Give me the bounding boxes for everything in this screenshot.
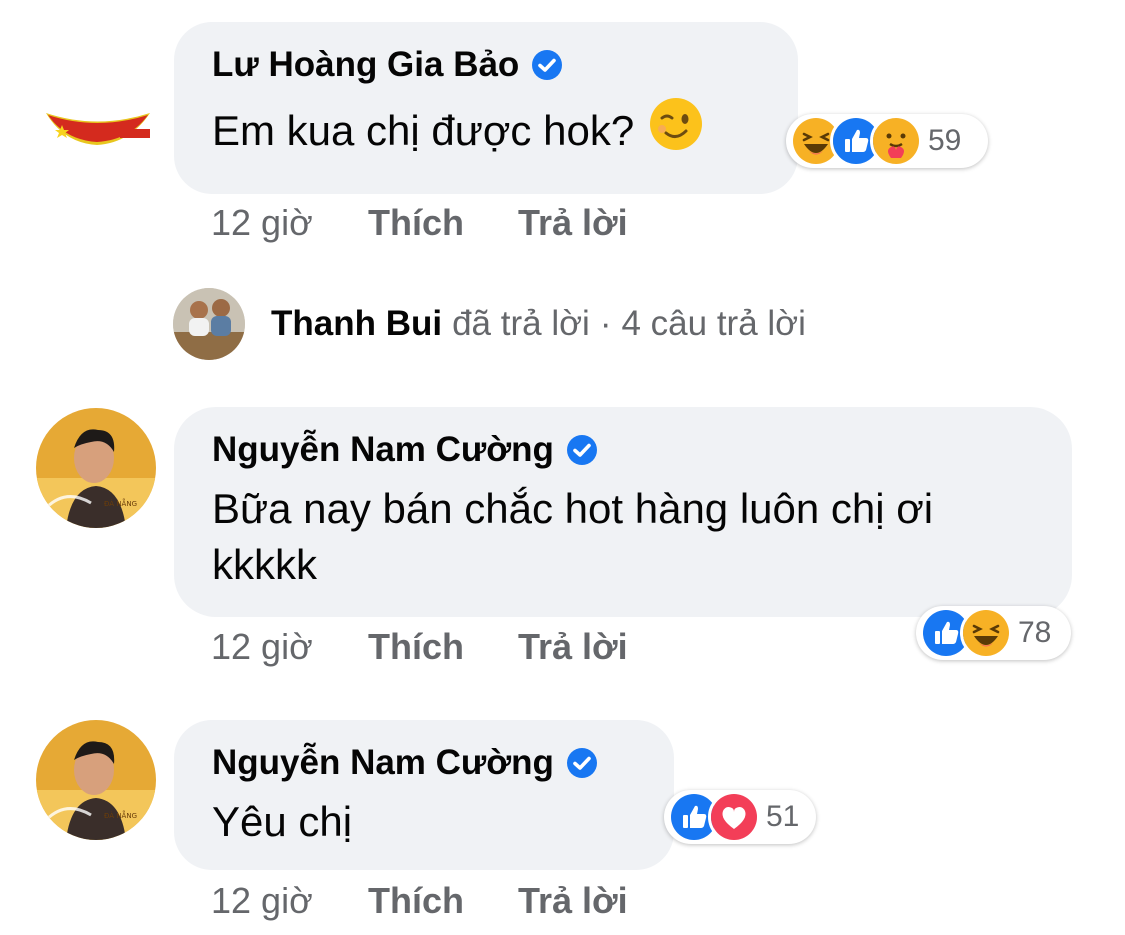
avatar[interactable]: ĐÀ NẴNG xyxy=(36,408,156,528)
reply-avatar[interactable] xyxy=(173,288,245,360)
comment-text: Em kua chị được hok? xyxy=(212,96,758,166)
verified-badge-icon xyxy=(566,434,598,466)
comment-body-line: Bữa nay bán chắc hot hàng luôn chị ơi xyxy=(212,485,934,532)
comment-body: Yêu chị xyxy=(212,798,353,845)
comment-author-row: Nguyễn Nam Cường xyxy=(212,429,1032,471)
like-button[interactable]: Thích xyxy=(368,626,464,668)
comment-author-row: Lư Hoàng Gia Bảo xyxy=(212,44,758,86)
comment-body: Em kua chị được hok? xyxy=(212,107,635,154)
comment-actions: 12 giờ Thích Trả lời xyxy=(211,202,682,244)
comment-text: Yêu chị xyxy=(212,794,634,850)
wink-emoji-icon xyxy=(648,96,704,166)
comment-actions: 12 giờ Thích Trả lời xyxy=(211,880,682,922)
author-name[interactable]: Nguyễn Nam Cường xyxy=(212,742,554,784)
reply-author-name: Thanh Bui xyxy=(271,304,443,343)
svg-text:ĐÀ NẴNG: ĐÀ NẴNG xyxy=(104,810,137,820)
reply-count-text: 4 câu trả lời xyxy=(621,304,806,343)
love-reaction-icon xyxy=(708,791,760,843)
comment-text: Bữa nay bán chắc hot hàng luôn chị ơi kk… xyxy=(212,481,1032,593)
author-name[interactable]: Nguyễn Nam Cường xyxy=(212,429,554,471)
reaction-count: 78 xyxy=(1018,616,1052,649)
reply-button[interactable]: Trả lời xyxy=(518,880,628,922)
comment-timestamp[interactable]: 12 giờ xyxy=(211,202,368,244)
comment-bubble: Lư Hoàng Gia Bảo Em kua chị được hok? xyxy=(174,22,798,194)
reactions-summary[interactable]: 59 xyxy=(786,114,988,168)
reply-button[interactable]: Trả lời xyxy=(518,202,628,244)
view-replies-link[interactable]: Thanh Bui đã trả lời · 4 câu trả lời xyxy=(271,304,806,344)
comments-panel: Lư Hoàng Gia Bảo Em kua chị được hok? 59… xyxy=(0,0,1125,935)
kids-photo-avatar-image xyxy=(173,288,245,360)
reply-action-text: đã trả lời xyxy=(452,304,590,343)
reactions-summary[interactable]: 78 xyxy=(916,606,1071,660)
profile-photo-avatar-image: ĐÀ NẴNG xyxy=(36,408,156,528)
reply-button[interactable]: Trả lời xyxy=(518,626,628,668)
profile-photo-avatar-image: ĐÀ NẴNG xyxy=(36,720,156,840)
svg-text:ĐÀ NẴNG: ĐÀ NẴNG xyxy=(104,498,137,508)
verified-badge-icon xyxy=(531,49,563,81)
covid-banner-avatar-image xyxy=(46,113,150,145)
comment-timestamp[interactable]: 12 giờ xyxy=(211,880,368,922)
haha-reaction-icon xyxy=(960,607,1012,659)
comment-author-row: Nguyễn Nam Cường xyxy=(212,742,634,784)
reaction-count: 51 xyxy=(766,800,800,833)
comment-bubble: Nguyễn Nam Cường Yêu chị xyxy=(174,720,674,870)
like-button[interactable]: Thích xyxy=(368,880,464,922)
avatar[interactable] xyxy=(40,85,155,160)
author-name[interactable]: Lư Hoàng Gia Bảo xyxy=(212,44,519,86)
reaction-count: 59 xyxy=(928,124,962,157)
comment-body-line: kkkkk xyxy=(212,541,317,588)
comment-actions: 12 giờ Thích Trả lời xyxy=(211,626,682,668)
avatar[interactable]: ĐÀ NẴNG xyxy=(36,720,156,840)
like-button[interactable]: Thích xyxy=(368,202,464,244)
comment-timestamp[interactable]: 12 giờ xyxy=(211,626,368,668)
verified-badge-icon xyxy=(566,747,598,779)
comment-bubble: Nguyễn Nam Cường Bữa nay bán chắc hot hà… xyxy=(174,407,1072,617)
reactions-summary[interactable]: 51 xyxy=(664,790,816,844)
separator-dot: · xyxy=(599,304,612,343)
care-reaction-icon xyxy=(870,115,922,167)
